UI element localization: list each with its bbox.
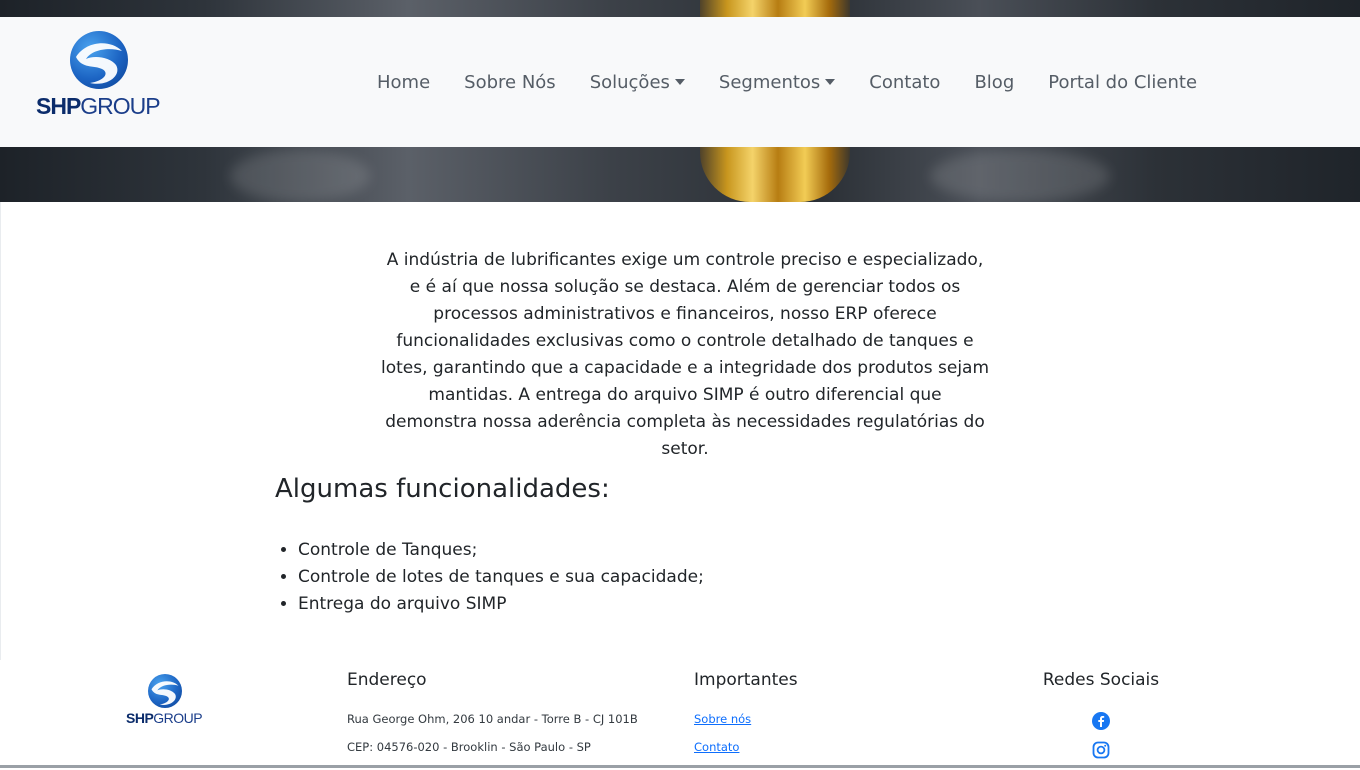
footer-logo[interactable]: SHPGROUP [126, 674, 206, 730]
logo-wordmark: SHPGROUP [126, 710, 203, 726]
logo-wordmark: SHPGROUP [36, 93, 161, 119]
intro-paragraph: A indústria de lubrificantes exige um co… [380, 250, 990, 459]
footer-address-title: Endereço [347, 670, 427, 690]
footer: SHPGROUP Endereço Rua George Ohm, 206 10… [0, 660, 1360, 768]
list-item: Controle de Tanques; [298, 537, 704, 564]
list-item: Controle de lotes de tanques e sua capac… [298, 564, 704, 591]
caret-down-icon [825, 79, 836, 85]
divider [0, 202, 1, 682]
nav-sobre-nos[interactable]: Sobre Nós [464, 72, 556, 93]
features-list: Controle de Tanques; Controle de lotes d… [275, 537, 704, 618]
footer-important-title: Importantes [694, 670, 798, 690]
navbar: SHPGROUP Home Sobre Nós Soluções Segment… [0, 17, 1360, 147]
list-item: Entrega do arquivo SIMP [298, 591, 704, 618]
facebook-icon[interactable] [1092, 712, 1110, 730]
brand-logo[interactable]: SHPGROUP [36, 29, 166, 137]
nav-segmentos-dropdown[interactable]: Segmentos [719, 72, 836, 93]
footer-social: Redes Sociais [1041, 670, 1161, 770]
logo-mark-icon [148, 674, 182, 708]
main-nav: Home Sobre Nós Soluções Segmentos Contat… [360, 17, 1214, 147]
footer-social-title: Redes Sociais [1042, 670, 1160, 690]
hero-haze [930, 150, 1110, 202]
footer-link-sobre-nos[interactable]: Sobre nós [694, 712, 798, 726]
hero-haze [230, 150, 370, 202]
nav-portal-do-cliente[interactable]: Portal do Cliente [1048, 72, 1197, 93]
footer-address: Endereço Rua George Ohm, 206 10 andar - … [347, 670, 638, 768]
nav-contato[interactable]: Contato [869, 72, 940, 93]
features-heading: Algumas funcionalidades: [275, 474, 610, 504]
nav-blog[interactable]: Blog [974, 72, 1014, 93]
nav-home[interactable]: Home [377, 72, 430, 93]
footer-link-contato[interactable]: Contato [694, 740, 798, 754]
instagram-icon[interactable] [1092, 741, 1110, 759]
footer-important: Importantes Sobre nós Contato [694, 670, 798, 768]
address-cep: CEP: 04576-020 - Brooklin - São Paulo - … [347, 740, 591, 754]
logo-mark-icon [70, 31, 128, 89]
address-line: Rua George Ohm, 206 10 andar - Torre B -… [347, 712, 638, 726]
nav-solucoes-dropdown[interactable]: Soluções [590, 72, 685, 93]
caret-down-icon [674, 79, 685, 85]
